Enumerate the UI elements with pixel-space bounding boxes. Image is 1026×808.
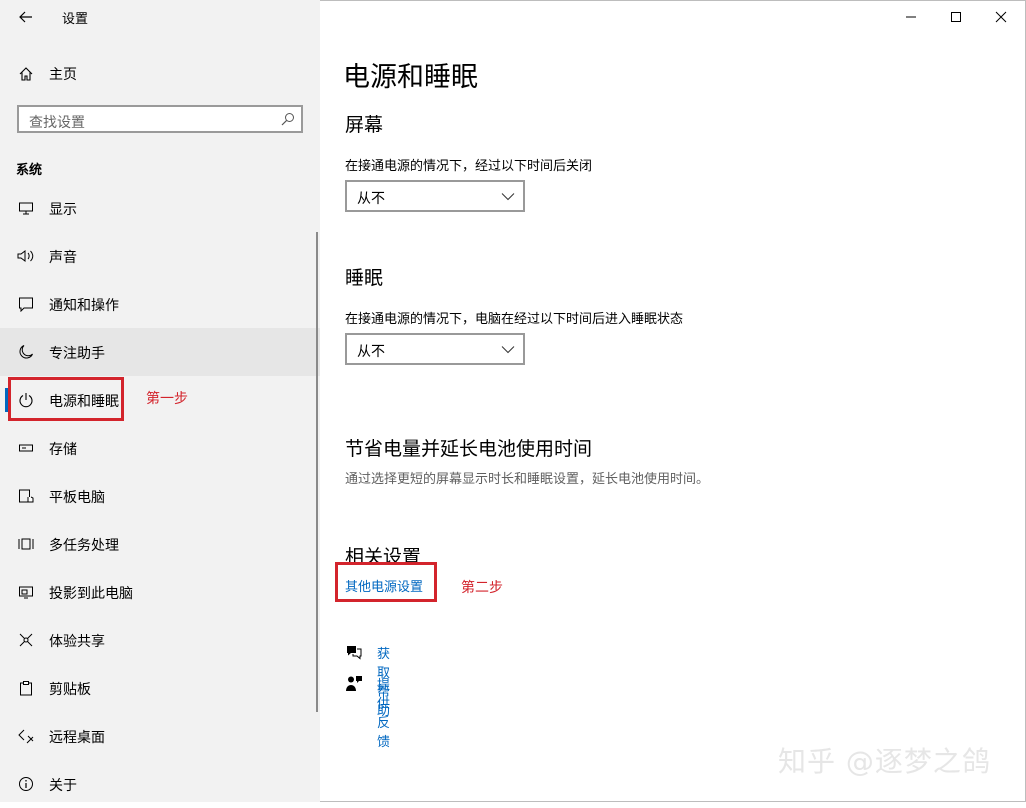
sidebar-item-about[interactable]: 关于: [0, 760, 320, 808]
sound-icon: [16, 246, 36, 266]
chevron-down-icon: [501, 193, 515, 201]
sidebar-item-label: 平板电脑: [49, 490, 105, 506]
project-icon: [16, 582, 36, 602]
battery-description: 通过选择更短的屏幕显示时长和睡眠设置，延长电池使用时间。: [345, 472, 710, 487]
sidebar-item-sound[interactable]: 声音: [0, 232, 320, 280]
sidebar-item-clipboard[interactable]: 剪贴板: [0, 664, 320, 712]
help-chat-icon: [347, 646, 362, 660]
chevron-down-icon: [501, 346, 515, 354]
sidebar-item-shared-experiences[interactable]: 体验共享: [0, 616, 320, 664]
search-placeholder: 查找设置: [29, 115, 85, 131]
battery-heading: 节省电量并延长电池使用时间: [345, 438, 593, 460]
screen-heading: 屏幕: [345, 114, 384, 136]
search-icon: [281, 113, 294, 126]
sidebar-item-label: 多任务处理: [49, 538, 119, 554]
sidebar-item-label: 存储: [49, 442, 77, 458]
annotation-box-step1: [8, 377, 124, 421]
moon-icon: [16, 342, 36, 362]
share-icon: [16, 630, 36, 650]
screen-description: 在接通电源的情况下，经过以下时间后关闭: [345, 159, 593, 174]
info-icon: [16, 774, 36, 794]
maximize-icon: [951, 12, 961, 22]
storage-icon: [16, 438, 36, 458]
sleep-timeout-dropdown[interactable]: 从不: [345, 333, 525, 365]
multitask-icon: [16, 534, 36, 554]
watermark: 知乎 @逐梦之鸽: [778, 745, 991, 778]
close-icon: [995, 11, 1007, 23]
sleep-description: 在接通电源的情况下，电脑在经过以下时间后进入睡眠状态: [345, 312, 684, 327]
feedback-icon: [346, 676, 362, 691]
sidebar-item-project[interactable]: 投影到此电脑: [0, 568, 320, 616]
tablet-icon: [16, 486, 36, 506]
sidebar-item-label: 显示: [49, 202, 77, 218]
screen-timeout-dropdown[interactable]: 从不: [345, 180, 525, 212]
sleep-heading: 睡眠: [345, 267, 384, 289]
page-title: 电源和睡眠: [343, 62, 478, 93]
sidebar-item-remote-desktop[interactable]: 远程桌面: [0, 712, 320, 760]
back-arrow-icon: [19, 11, 32, 23]
sidebar-item-label: 主页: [49, 67, 77, 83]
sidebar-item-home[interactable]: 主页: [0, 58, 320, 90]
close-button[interactable]: [978, 4, 1024, 30]
sidebar-item-label: 声音: [49, 250, 77, 266]
search-input[interactable]: 查找设置: [17, 105, 303, 133]
feedback-link[interactable]: 提供反馈: [377, 674, 390, 750]
dropdown-value: 从不: [357, 191, 385, 207]
sidebar-item-notifications[interactable]: 通知和操作: [0, 280, 320, 328]
sidebar-item-label: 远程桌面: [49, 730, 105, 746]
minimize-icon: [906, 16, 916, 18]
dropdown-value: 从不: [357, 344, 385, 360]
notification-icon: [16, 294, 36, 314]
minimize-button[interactable]: [888, 4, 934, 30]
sidebar-item-display[interactable]: 显示: [0, 184, 320, 232]
sidebar-item-label: 投影到此电脑: [49, 586, 133, 602]
home-icon: [16, 64, 36, 84]
annotation-step1: 第一步: [146, 391, 188, 407]
sidebar-item-label: 专注助手: [49, 346, 105, 362]
annotation-step2: 第二步: [461, 580, 503, 596]
sidebar-item-storage[interactable]: 存储: [0, 424, 320, 472]
app-title: 设置: [62, 12, 89, 27]
sidebar-scrollbar[interactable]: [316, 232, 318, 712]
back-button[interactable]: [12, 4, 40, 30]
sidebar-item-tablet[interactable]: 平板电脑: [0, 472, 320, 520]
annotation-box-step2: [335, 562, 437, 602]
maximize-button[interactable]: [933, 4, 979, 30]
sidebar-item-label: 关于: [49, 778, 77, 794]
sidebar-item-label: 剪贴板: [49, 682, 91, 698]
sidebar-item-multitasking[interactable]: 多任务处理: [0, 520, 320, 568]
section-title-system: 系统: [16, 163, 43, 178]
sidebar-item-label: 体验共享: [49, 634, 105, 650]
sidebar-item-label: 通知和操作: [49, 298, 119, 314]
remote-desktop-icon: [16, 726, 36, 746]
clipboard-icon: [16, 678, 36, 698]
sidebar-item-focus-assist[interactable]: 专注助手: [0, 328, 320, 376]
display-icon: [16, 198, 36, 218]
